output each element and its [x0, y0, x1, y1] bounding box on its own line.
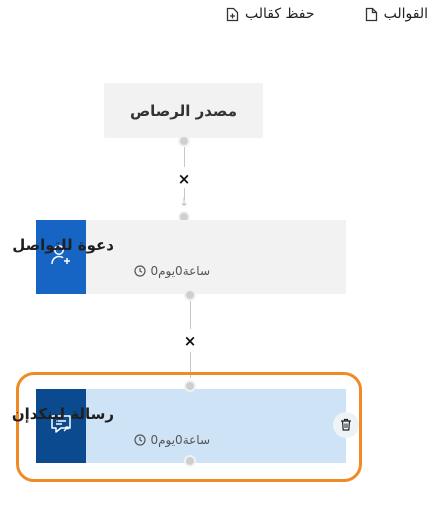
lead-source-node[interactable]: مصدر الرصاص [104, 83, 263, 138]
step-node-invite[interactable]: دعوة للتواصل ساعة0يوم0 [12, 220, 346, 294]
connector-handle[interactable] [184, 380, 196, 392]
step-delay: ساعة0يوم0 [134, 433, 210, 447]
connector-handle[interactable] [178, 135, 190, 147]
templates-button[interactable]: القوالب [365, 6, 428, 22]
connector-handle[interactable] [184, 289, 196, 301]
step-delay-text: ساعة0يوم0 [150, 433, 210, 447]
connector-handle[interactable] [184, 455, 196, 467]
step-delay-text: ساعة0يوم0 [150, 264, 210, 278]
lead-source-title: مصدر الرصاص [130, 101, 237, 120]
step-delay: ساعة0يوم0 [134, 264, 210, 278]
file-icon [365, 7, 378, 22]
toolbar: القوالب حفظ كقالب [0, 6, 448, 28]
step-title: دعوة للتواصل [12, 236, 114, 254]
remove-connection-button[interactable]: × [177, 172, 191, 187]
connector-line [190, 301, 191, 329]
remove-connection-button[interactable]: × [183, 334, 197, 349]
step-body: دعوة للتواصل ساعة0يوم0 [12, 220, 346, 294]
step-body: رسالة لينكدإن ساعة0يوم0 [12, 389, 346, 463]
trash-icon [340, 416, 352, 435]
step-icon-box [36, 220, 86, 294]
templates-label: القوالب [383, 6, 428, 22]
step-node-linkedin-message[interactable]: رسالة لينكدإن ساعة0يوم0 [12, 389, 346, 463]
save-as-template-button[interactable]: حفظ كقالب [226, 6, 315, 22]
delete-step-button[interactable] [333, 412, 359, 438]
connector-line [184, 147, 185, 167]
save-as-template-label: حفظ كقالب [245, 6, 315, 22]
arrow-down-icon: ↓ [178, 195, 190, 209]
step-title: رسالة لينكدإن [11, 405, 114, 423]
clock-icon [134, 265, 147, 277]
file-add-icon [226, 7, 239, 22]
step-icon-box [36, 389, 86, 463]
clock-icon [134, 434, 147, 446]
